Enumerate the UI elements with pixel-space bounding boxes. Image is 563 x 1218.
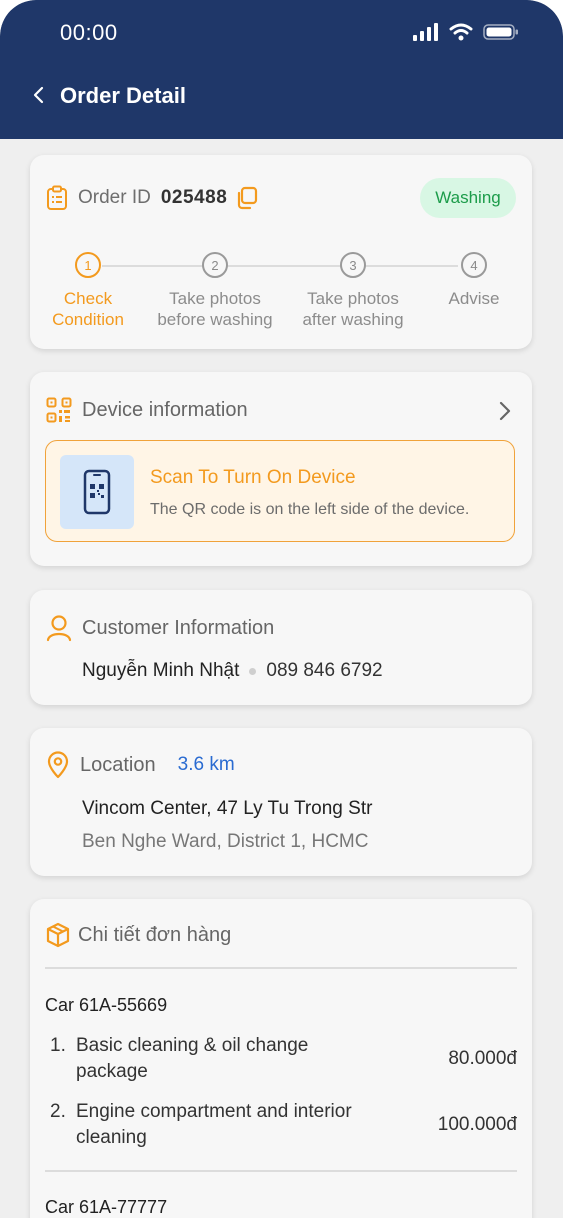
customer-contact: Nguyễn Minh Nhật 089 846 6792 [82, 660, 383, 682]
separator-dot [249, 667, 257, 675]
address-line-2: Ben Nghe Ward, District 1, HCMC [82, 831, 369, 852]
battery-icon [483, 24, 518, 40]
item-name: Basic cleaning & oil change package [76, 1035, 309, 1082]
step-2-marker[interactable]: 2 [202, 252, 228, 278]
back-chevron-icon[interactable] [28, 82, 50, 110]
phone-qr-icon [83, 469, 111, 515]
device-header[interactable]: Device information [46, 397, 248, 423]
customer-title: Customer Information [82, 616, 275, 639]
location-header: Location 3.6 km [46, 751, 235, 779]
step-4-marker[interactable]: 4 [461, 252, 487, 278]
location-title: Location [80, 753, 156, 776]
chevron-right-icon[interactable] [498, 400, 512, 422]
device-card: Device information Scan To Turn On Devic… [30, 372, 532, 566]
phone-screen: 00:00 Order Detail Order ID 025488 Washi… [0, 0, 563, 1218]
user-icon [46, 615, 72, 642]
car-title: Car 61A-77777 [45, 1197, 168, 1217]
customer-card: Customer Information Nguyễn Minh Nhật 08… [30, 590, 532, 705]
item-price: 100.000đ [437, 1114, 517, 1135]
device-title: Device information [82, 398, 248, 421]
location-pin-icon [47, 751, 69, 779]
car-title: Car 61A-55669 [45, 995, 168, 1015]
item-price: 80.000đ [448, 1048, 517, 1069]
divider [45, 1170, 517, 1172]
signal-icon [413, 23, 438, 41]
status-icons [413, 23, 519, 41]
wifi-icon [449, 23, 473, 41]
item-name: Engine compartment and interior cleaning [76, 1101, 352, 1148]
customer-name: Nguyễn Minh Nhật [82, 660, 240, 681]
service-item: 2. Engine compartment and interior clean… [50, 1099, 517, 1151]
customer-header: Customer Information [46, 614, 274, 642]
status-badge: Washing [420, 178, 516, 218]
order-card: Order ID 025488 Washing 1 2 3 4 Check Con… [30, 155, 532, 349]
scan-subtitle: The QR code is on the left side of the d… [150, 501, 470, 518]
package-icon [46, 922, 70, 948]
divider [45, 967, 517, 969]
location-card: Location 3.6 km Vincom Center, 47 Ly Tu … [30, 728, 532, 876]
order-details-card: Chi tiết đơn hàng Car 61A-55669 1. Basic… [30, 899, 532, 1218]
step-4-label[interactable]: Advise [399, 288, 549, 309]
scan-thumbnail [60, 455, 134, 529]
order-id-label: Order ID [78, 187, 151, 208]
order-details-title: Chi tiết đơn hàng [78, 923, 232, 946]
qr-code-icon [46, 397, 72, 423]
order-details-header: Chi tiết đơn hàng [46, 922, 231, 948]
status-time: 00:00 [60, 20, 118, 45]
step-1-marker[interactable]: 1 [75, 252, 101, 278]
step-2-label[interactable]: Take photos before washing [140, 288, 290, 330]
progress-track [102, 265, 458, 267]
page-title: Order Detail [60, 83, 186, 108]
order-id-value: 025488 [160, 187, 228, 208]
customer-phone[interactable]: 089 846 6792 [266, 660, 382, 682]
distance-value: 3.6 km [177, 754, 235, 775]
item-number: 1. [50, 1035, 66, 1056]
scan-device-banner[interactable]: Scan To Turn On Device The QR code is on… [45, 440, 515, 542]
copy-icon[interactable] [235, 186, 259, 210]
address-line-1: Vincom Center, 47 Ly Tu Trong Str [82, 798, 373, 819]
item-number: 2. [50, 1101, 66, 1122]
service-item: 1. Basic cleaning & oil change package 8… [50, 1033, 517, 1085]
scan-title: Scan To Turn On Device [150, 467, 356, 488]
clipboard-icon [47, 185, 67, 210]
step-3-marker[interactable]: 3 [340, 252, 366, 278]
app-header: 00:00 Order Detail [0, 0, 563, 139]
order-header: Order ID 025488 [46, 185, 259, 211]
